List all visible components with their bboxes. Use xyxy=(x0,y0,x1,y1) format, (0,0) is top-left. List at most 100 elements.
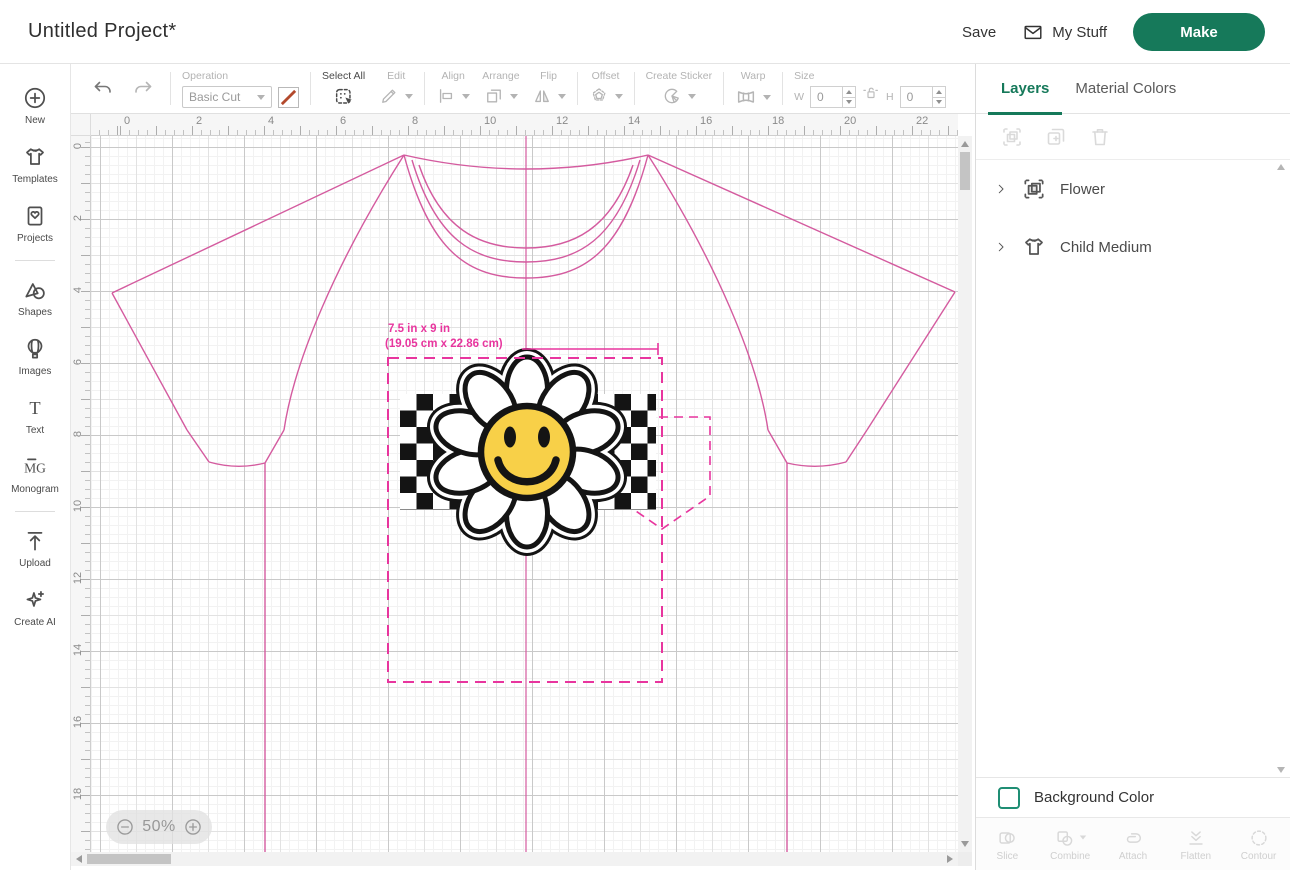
horizontal-scrollbar[interactable] xyxy=(71,852,958,866)
header-actions: Save My Stuff Make xyxy=(962,0,1265,64)
scroll-right-arrow[interactable] xyxy=(947,855,953,863)
list-scroll-down-icon[interactable] xyxy=(1277,767,1285,773)
canvas-artboard xyxy=(91,136,958,852)
list-scroll-up-icon[interactable] xyxy=(1277,164,1285,170)
balloon-icon xyxy=(22,336,48,362)
ruler-v-number: 8 xyxy=(72,427,84,441)
offset-button[interactable]: Offset xyxy=(589,64,623,113)
height-stepper[interactable] xyxy=(932,87,945,107)
sticker-icon xyxy=(662,86,682,106)
arrange-button[interactable]: Arrange xyxy=(482,64,519,113)
zoom-out-button[interactable] xyxy=(115,817,135,837)
sidebar-item-shapes[interactable]: Shapes xyxy=(0,268,70,327)
smiley-eye-right xyxy=(538,427,550,448)
zoom-in-button[interactable] xyxy=(183,817,203,837)
edit-toolbar: Operation Basic Cut Select All Edit Alig… xyxy=(71,64,975,114)
smiley-eye-left xyxy=(504,427,516,448)
text-icon: T xyxy=(22,395,48,421)
selection-size-label-in: 7.5 in x 9 in xyxy=(388,323,450,335)
chevron-down-icon xyxy=(1079,836,1085,840)
select-all-button[interactable]: Select All xyxy=(322,64,365,113)
vertical-scrollbar[interactable] xyxy=(958,136,972,852)
warp-button[interactable]: Warp xyxy=(735,64,771,113)
scroll-left-arrow[interactable] xyxy=(76,855,82,863)
vertical-scroll-thumb[interactable] xyxy=(960,152,970,190)
left-sidebar: NewTemplatesProjectsShapesImagesTTextMGM… xyxy=(0,64,71,870)
my-stuff-button[interactable]: My Stuff xyxy=(1022,21,1107,43)
background-color-label: Background Color xyxy=(1034,789,1154,806)
plus-circle-icon xyxy=(22,85,48,111)
ruler-h-number: 22 xyxy=(916,115,928,127)
redo-icon[interactable] xyxy=(131,77,155,101)
tshirt-icon xyxy=(22,144,48,170)
sidebar-item-create-ai[interactable]: Create AI xyxy=(0,578,70,637)
ruler-h-number: 2 xyxy=(196,115,202,127)
align-button[interactable]: Align xyxy=(436,64,470,113)
operation-select[interactable]: Basic Cut xyxy=(182,86,272,108)
tshirt-icon xyxy=(1021,234,1047,260)
ruler-h-number: 0 xyxy=(124,115,130,127)
operation-label: Operation xyxy=(182,70,228,82)
color-swatch-button[interactable] xyxy=(278,87,299,108)
edit-button[interactable]: Edit xyxy=(379,64,413,113)
chevron-down-icon xyxy=(257,95,265,100)
zoom-control: 50% xyxy=(106,810,212,844)
upload-icon xyxy=(22,528,48,554)
save-button[interactable]: Save xyxy=(962,24,996,41)
ruler-h-number: 4 xyxy=(268,115,274,127)
horizontal-scroll-thumb[interactable] xyxy=(87,854,171,864)
scrollbar-corner xyxy=(958,852,972,866)
tab-material-colors[interactable]: Material Colors xyxy=(1062,64,1189,114)
sidebar-item-templates[interactable]: Templates xyxy=(0,135,70,194)
ruler-v-number: 14 xyxy=(72,643,84,657)
scroll-up-arrow[interactable] xyxy=(961,141,969,147)
create-sticker-button[interactable]: Create Sticker xyxy=(646,64,713,113)
group-button[interactable] xyxy=(1000,125,1024,149)
lock-open-icon[interactable] xyxy=(862,84,880,102)
sidebar-item-upload[interactable]: Upload xyxy=(0,519,70,578)
chevron-right-icon[interactable] xyxy=(994,238,1008,256)
contour-button[interactable]: Contour xyxy=(1227,818,1290,870)
flower-design[interactable] xyxy=(400,357,656,547)
sidebar-item-projects[interactable]: Projects xyxy=(0,194,70,253)
my-stuff-icon xyxy=(1022,21,1044,43)
top-header: Untitled Project* Save My Stuff Make xyxy=(0,0,1290,64)
sidebar-item-monogram[interactable]: MGMonogram xyxy=(0,445,70,504)
ruler-v-number: 18 xyxy=(72,787,84,801)
layer-row-flower[interactable]: Flower xyxy=(976,160,1290,218)
slice-button[interactable]: Slice xyxy=(976,818,1039,870)
slice-icon xyxy=(996,827,1018,849)
project-title: Untitled Project* xyxy=(28,20,177,43)
shapes-icon xyxy=(22,277,48,303)
group-icon xyxy=(1021,176,1047,202)
make-button[interactable]: Make xyxy=(1133,13,1265,51)
attach-button[interactable]: Attach xyxy=(1102,818,1165,870)
sidebar-item-new[interactable]: New xyxy=(0,76,70,135)
tab-layers[interactable]: Layers xyxy=(988,64,1062,114)
undo-icon[interactable] xyxy=(91,77,115,101)
chevron-right-icon[interactable] xyxy=(994,180,1008,198)
select-all-icon xyxy=(333,86,355,108)
duplicate-button[interactable] xyxy=(1044,125,1068,149)
height-input[interactable]: 0 xyxy=(900,86,946,108)
width-stepper[interactable] xyxy=(842,87,855,107)
cricut-design-space-window: Untitled Project* Save My Stuff Make New… xyxy=(0,0,1290,870)
ruler-v-number: 12 xyxy=(72,571,84,585)
sidebar-item-text[interactable]: TText xyxy=(0,386,70,445)
flip-button[interactable]: Flip xyxy=(532,64,566,113)
align-icon xyxy=(436,86,456,106)
flatten-button[interactable]: Flatten xyxy=(1164,818,1227,870)
monogram-icon: MG xyxy=(22,454,48,480)
layer-row-child-medium[interactable]: Child Medium xyxy=(976,218,1290,276)
scroll-down-arrow[interactable] xyxy=(961,841,969,847)
combine-button[interactable]: Combine xyxy=(1039,818,1102,870)
sidebar-item-images[interactable]: Images xyxy=(0,327,70,386)
design-canvas[interactable]: 0246810121416182022 024681012141618 xyxy=(71,114,975,870)
panel-tabs: LayersMaterial Colors xyxy=(976,64,1290,114)
ruler-h-number: 16 xyxy=(700,115,712,127)
delete-button[interactable] xyxy=(1088,125,1112,149)
warp-icon xyxy=(735,86,757,108)
width-input[interactable]: 0 xyxy=(810,86,856,108)
ruler-corner xyxy=(71,114,91,136)
background-color-checkbox[interactable] xyxy=(998,787,1020,809)
